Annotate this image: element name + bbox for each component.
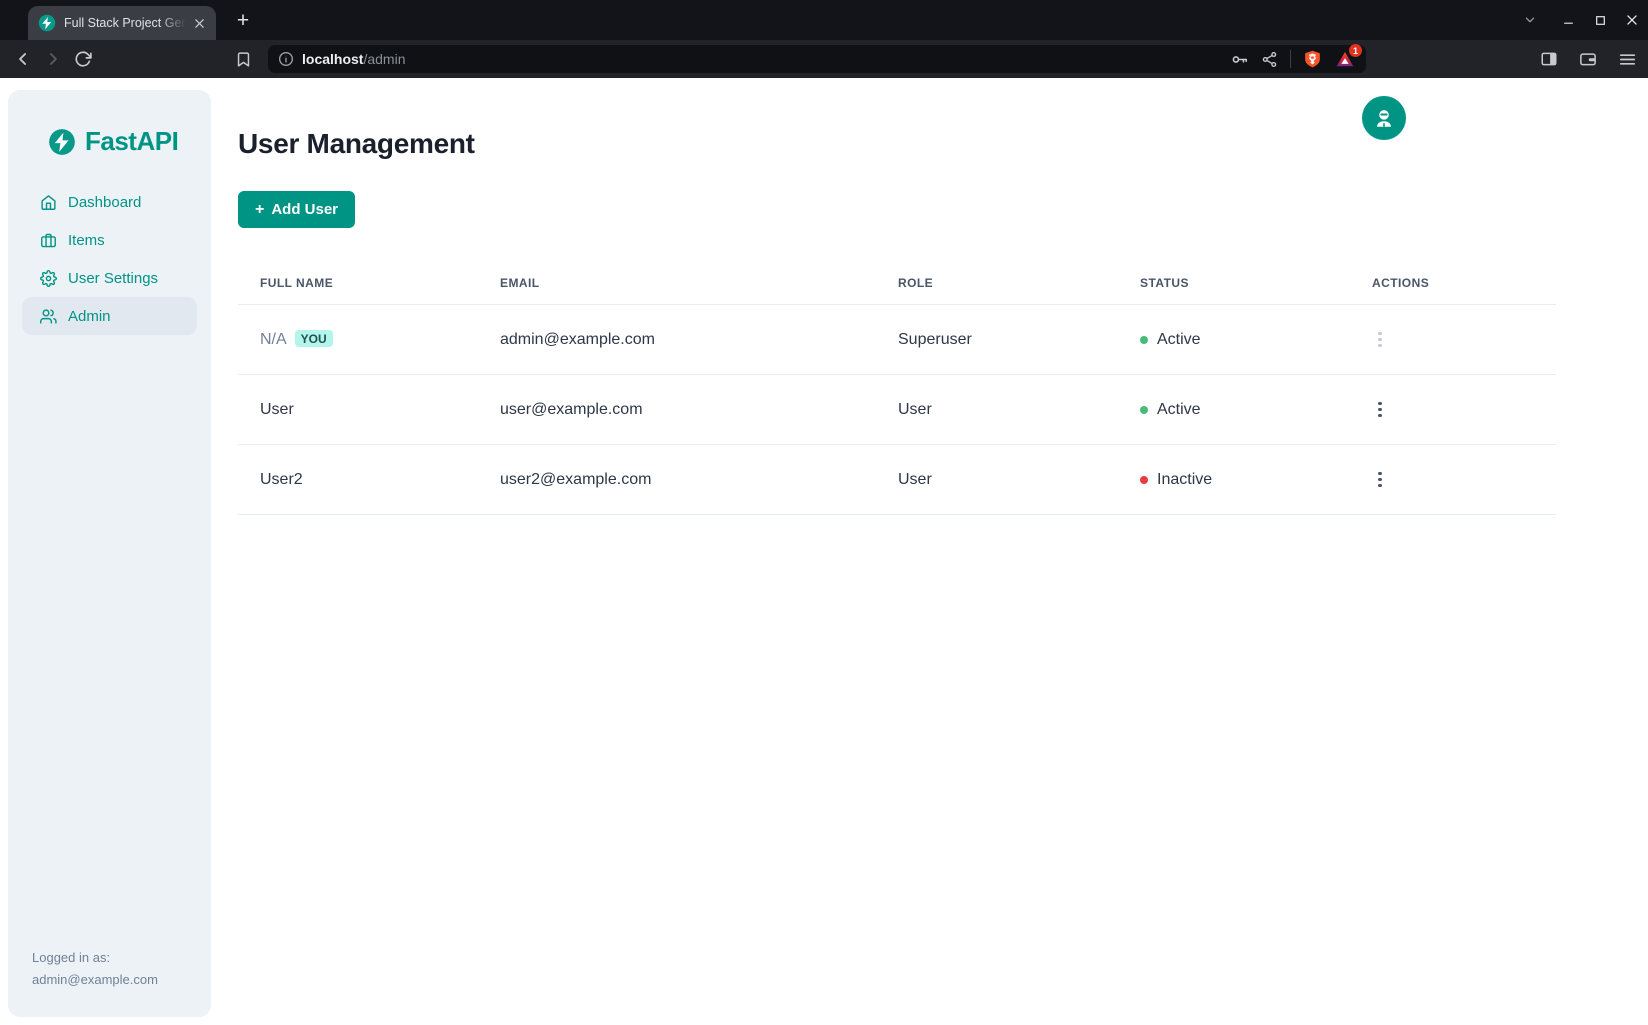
col-header-email: EMAIL [500, 261, 898, 305]
col-header-role: ROLE [898, 261, 1140, 305]
table-row: User2 user2@example.com User Inactive [238, 445, 1556, 515]
browser-tab[interactable]: Full Stack Project Genera [28, 6, 216, 40]
status-dot [1140, 336, 1148, 344]
cell-full-name: User [238, 375, 500, 445]
sidebar-item-label: Dashboard [68, 194, 141, 211]
back-icon[interactable] [8, 44, 38, 74]
plus-icon: + [255, 201, 264, 219]
logged-in-label: Logged in as: [32, 947, 158, 969]
kebab-menu-icon[interactable] [1372, 466, 1388, 494]
home-icon [40, 194, 57, 211]
password-key-icon[interactable] [1230, 50, 1249, 69]
main-content: User Management + Add User FULL NAME EMA… [238, 78, 1556, 515]
site-info-icon[interactable] [278, 51, 294, 67]
url-host: localhost [302, 51, 363, 67]
logo-text: FastAPI [85, 126, 178, 157]
sidebar-panel-icon[interactable] [1534, 44, 1564, 74]
sidebar: FastAPI Dashboard Items User Settings [8, 90, 211, 1017]
sidebar-item-label: Items [68, 232, 105, 249]
cell-status: Inactive [1157, 471, 1212, 489]
bookmark-icon[interactable] [228, 44, 258, 74]
forward-icon[interactable] [38, 44, 68, 74]
sidebar-item-items[interactable]: Items [22, 221, 197, 259]
minimize-icon[interactable] [1556, 8, 1580, 32]
cell-status: Active [1157, 401, 1201, 419]
table-header-row: FULL NAME EMAIL ROLE STATUS ACTIONS [238, 261, 1556, 305]
users-table: FULL NAME EMAIL ROLE STATUS ACTIONS N/A Y… [238, 261, 1556, 515]
sidebar-item-user-settings[interactable]: User Settings [22, 259, 197, 297]
cell-email: admin@example.com [500, 305, 898, 375]
col-header-full-name: FULL NAME [238, 261, 500, 305]
cell-email: user2@example.com [500, 445, 898, 515]
brave-rewards-icon[interactable]: 1 [1334, 48, 1356, 70]
cell-email: user@example.com [500, 375, 898, 445]
url-path: /admin [363, 51, 405, 67]
tab-search-chevron-icon[interactable] [1518, 8, 1542, 32]
status-dot [1140, 406, 1148, 414]
browser-toolbar: localhost/admin 1 [0, 40, 1648, 78]
fastapi-logo[interactable]: FastAPI [8, 90, 211, 157]
sidebar-item-admin[interactable]: Admin [22, 297, 197, 335]
share-icon[interactable] [1261, 51, 1278, 68]
users-icon [40, 308, 57, 325]
add-user-label: Add User [271, 201, 338, 218]
fastapi-bolt-icon [48, 128, 76, 156]
address-bar[interactable]: localhost/admin 1 [268, 45, 1366, 73]
cell-full-name: User2 [238, 445, 500, 515]
gear-icon [40, 270, 57, 287]
rewards-badge: 1 [1349, 44, 1362, 57]
page-content: FastAPI Dashboard Items User Settings [0, 78, 1648, 1025]
close-window-icon[interactable] [1620, 8, 1644, 32]
reload-icon[interactable] [68, 44, 98, 74]
add-user-button[interactable]: + Add User [238, 191, 355, 228]
fastapi-favicon-icon [38, 14, 56, 32]
browser-titlebar: Full Stack Project Genera + [0, 0, 1648, 40]
divider [1290, 50, 1291, 68]
status-dot [1140, 476, 1148, 484]
sidebar-item-label: User Settings [68, 270, 158, 287]
page-title: User Management [238, 128, 1556, 160]
cell-status: Active [1157, 331, 1201, 349]
sidebar-item-dashboard[interactable]: Dashboard [22, 183, 197, 221]
menu-hamburger-icon[interactable] [1612, 44, 1642, 74]
briefcase-icon [40, 232, 57, 249]
brave-shield-icon[interactable] [1303, 49, 1322, 69]
sidebar-item-label: Admin [68, 308, 111, 325]
wallet-icon[interactable] [1573, 44, 1603, 74]
sidebar-menu: Dashboard Items User Settings Admin [22, 183, 197, 335]
kebab-menu-icon[interactable] [1372, 396, 1388, 424]
tab-close-icon[interactable] [190, 14, 208, 32]
cell-role: User [898, 375, 1140, 445]
url-text: localhost/admin [302, 51, 406, 67]
you-badge: YOU [295, 330, 333, 347]
new-tab-button[interactable]: + [230, 8, 256, 34]
cell-role: Superuser [898, 305, 1140, 375]
col-header-actions: ACTIONS [1372, 261, 1556, 305]
kebab-menu-icon [1372, 326, 1388, 354]
cell-full-name: N/A [260, 331, 287, 348]
window-controls [1518, 0, 1648, 40]
logged-in-as: Logged in as: admin@example.com [32, 947, 158, 991]
col-header-status: STATUS [1140, 261, 1372, 305]
cell-role: User [898, 445, 1140, 515]
table-row: User user@example.com User Active [238, 375, 1556, 445]
logged-in-email: admin@example.com [32, 969, 158, 991]
table-row: N/A YOU admin@example.com Superuser Activ… [238, 305, 1556, 375]
tab-title: Full Stack Project Genera [64, 16, 186, 30]
maximize-icon[interactable] [1588, 8, 1612, 32]
